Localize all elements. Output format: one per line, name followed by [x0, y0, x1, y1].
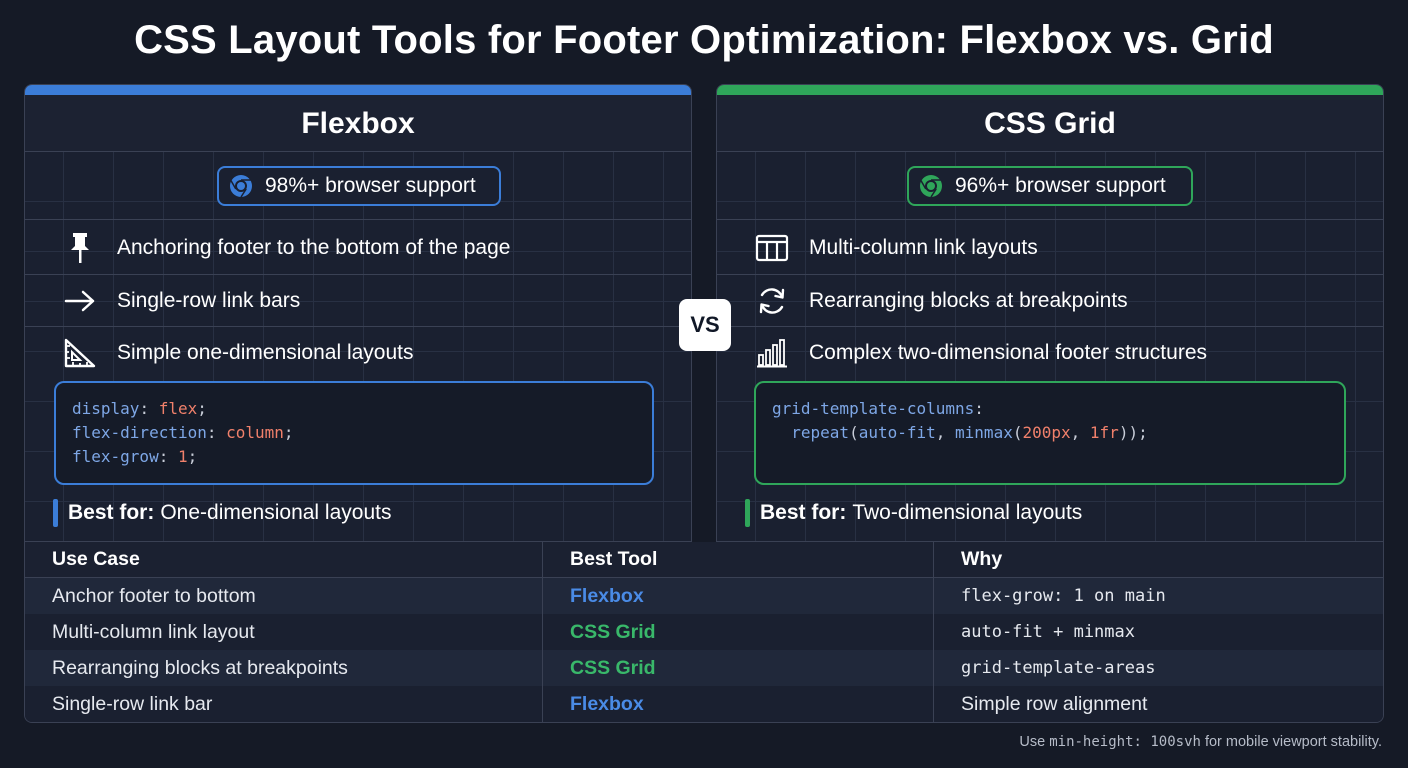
- grid-feature-item: Multi-column link layouts: [717, 221, 1383, 275]
- flexbox-support-badge: 98%+ browser support: [217, 166, 501, 206]
- best-for-accent: [745, 499, 750, 527]
- use-case-cell: Anchor footer to bottom: [25, 578, 543, 614]
- footnote: Use min-height: 100svh for mobile viewpo…: [1019, 734, 1382, 750]
- grid-feature-item: Rearranging blocks at breakpoints: [717, 275, 1383, 327]
- refresh-icon: [755, 284, 789, 318]
- flexbox-feature-text: Anchoring footer to the bottom of the pa…: [117, 235, 511, 259]
- why-cell: Simple row alignment: [961, 692, 1148, 715]
- code-line: grid-template-columns:: [772, 399, 984, 418]
- table-header: Why: [961, 548, 1003, 570]
- grid-support-badge: 96%+ browser support: [907, 166, 1193, 206]
- flexbox-code-block: display: flex; flex-direction: column; f…: [54, 381, 654, 485]
- code-line: flex-grow: 1;: [72, 447, 198, 466]
- bar-chart-icon: [755, 336, 789, 370]
- grid-feature-text: Multi-column link layouts: [809, 235, 1038, 259]
- chrome-icon: [230, 175, 252, 198]
- best-for-text: Two-dimensional layouts: [852, 501, 1083, 524]
- grid-support-row: 96%+ browser support: [717, 152, 1383, 220]
- use-case-cell: Rearranging blocks at breakpoints: [25, 650, 543, 686]
- table-header-row: Use Case Best Tool Why: [25, 542, 1383, 578]
- best-for-accent: [53, 499, 58, 527]
- flexbox-feature-item: Single-row link bars: [25, 275, 691, 327]
- grid-feature-item: Complex two-dimensional footer structure…: [717, 327, 1383, 379]
- code-line: flex-direction: column;: [72, 423, 294, 442]
- why-cell: grid-template-areas: [961, 658, 1156, 678]
- grid-accent-bar: [717, 85, 1383, 95]
- vs-badge: VS: [679, 299, 731, 351]
- why-cell: auto-fit + minmax: [961, 622, 1135, 642]
- pin-icon: [63, 231, 97, 265]
- table-row: Single-row link bar Flexbox Simple row a…: [25, 686, 1383, 722]
- flexbox-best-for: Best for: One-dimensional layouts: [53, 499, 391, 527]
- flexbox-feature-text: Simple one-dimensional layouts: [117, 341, 414, 364]
- use-case-cell: Multi-column link layout: [25, 614, 543, 650]
- flexbox-feature-text: Single-row link bars: [117, 288, 301, 312]
- comparison-table: Use Case Best Tool Why Anchor footer to …: [24, 542, 1384, 723]
- flexbox-heading: Flexbox: [25, 95, 691, 152]
- best-for-label: Best for:: [68, 501, 155, 524]
- best-tool-cell: Flexbox: [543, 578, 934, 614]
- table-row: Rearranging blocks at breakpoints CSS Gr…: [25, 650, 1383, 686]
- flexbox-support-row: 98%+ browser support: [25, 152, 691, 220]
- columns-icon: [755, 231, 789, 265]
- grid-heading: CSS Grid: [717, 95, 1383, 152]
- code-line: repeat(auto-fit, minmax(200px, 1fr));: [791, 423, 1148, 442]
- arrow-right-icon: [63, 284, 97, 318]
- table-header: Best Tool: [543, 542, 934, 577]
- grid-feature-text: Complex two-dimensional footer structure…: [809, 341, 1207, 364]
- grid-best-for: Best for: Two-dimensional layouts: [745, 499, 1082, 527]
- best-tool-cell: CSS Grid: [543, 650, 934, 686]
- flexbox-accent-bar: [25, 85, 691, 95]
- table-header: Use Case: [25, 542, 543, 577]
- grid-card: CSS Grid 96%+ browser support Multi-colu…: [716, 84, 1384, 542]
- table-row: Anchor footer to bottom Flexbox flex-gro…: [25, 578, 1383, 614]
- code-line: display: flex;: [72, 399, 207, 418]
- best-for-text: One-dimensional layouts: [160, 501, 392, 524]
- page-title: CSS Layout Tools for Footer Optimization…: [134, 18, 1274, 62]
- best-tool-cell: CSS Grid: [543, 614, 934, 650]
- use-case-cell: Single-row link bar: [25, 686, 543, 722]
- table-row: Multi-column link layout CSS Grid auto-f…: [25, 614, 1383, 650]
- chrome-icon: [920, 175, 942, 198]
- grid-support-text: 96%+ browser support: [955, 174, 1166, 197]
- best-tool-cell: Flexbox: [543, 686, 934, 722]
- best-for-label: Best for:: [760, 501, 847, 524]
- flexbox-feature-item: Anchoring footer to the bottom of the pa…: [25, 221, 691, 275]
- grid-feature-text: Rearranging blocks at breakpoints: [809, 288, 1128, 312]
- flexbox-feature-item: Simple one-dimensional layouts: [25, 327, 691, 379]
- why-cell: flex-grow: 1 on main: [961, 586, 1166, 606]
- flexbox-card: Flexbox 98%+ browser support Anchoring f…: [24, 84, 692, 542]
- flexbox-support-text: 98%+ browser support: [265, 174, 476, 197]
- footnote-code: min-height: 100svh: [1049, 734, 1201, 750]
- grid-code-block: grid-template-columns: repeat(auto-fit, …: [754, 381, 1346, 485]
- ruler-triangle-icon: [63, 336, 97, 370]
